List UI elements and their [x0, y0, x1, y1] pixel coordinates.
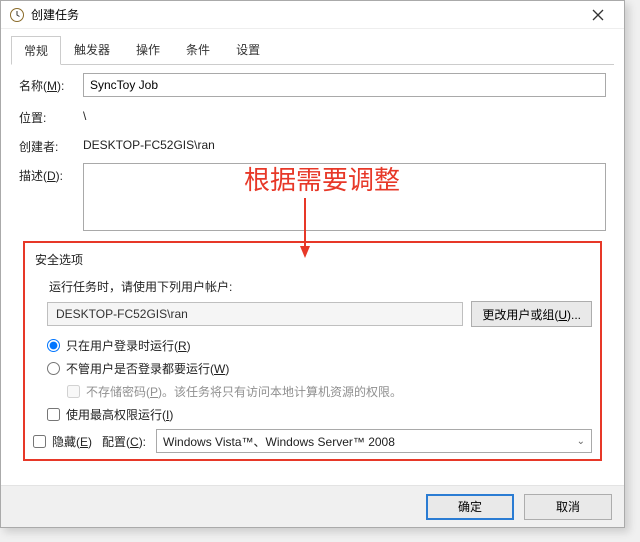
location-value: \: [83, 105, 606, 123]
configure-for-value: Windows Vista™、Windows Server™ 2008: [163, 433, 395, 450]
creator-label: 创建者:: [19, 134, 83, 155]
configure-for-select[interactable]: Windows Vista™、Windows Server™ 2008 ⌄: [156, 429, 592, 453]
run-as-user: DESKTOP-FC52GIS\ran: [47, 302, 463, 326]
tab-general[interactable]: 常规: [11, 36, 61, 65]
hidden-check[interactable]: 隐藏(E): [33, 433, 92, 450]
change-user-button[interactable]: 更改用户或组(U)...: [471, 301, 592, 327]
location-label: 位置:: [19, 105, 83, 126]
security-group-title: 安全选项: [35, 251, 592, 268]
radio-logged-on-label: 只在用户登录时运行(R): [66, 337, 191, 354]
tab-actions[interactable]: 操作: [123, 35, 173, 64]
radio-logged-on-input[interactable]: [47, 339, 60, 352]
radio-any[interactable]: 不管用户是否登录都要运行(W): [47, 360, 592, 377]
no-store-pw-label: 不存储密码(P)。该任务将只有访问本地计算机资源的权限。: [86, 383, 402, 400]
tab-strip: 常规 触发器 操作 条件 设置: [1, 29, 624, 64]
creator-value: DESKTOP-FC52GIS\ran: [83, 134, 606, 152]
highest-priv-label: 使用最高权限运行(I): [66, 406, 173, 423]
name-label: 名称(M):: [19, 73, 83, 94]
clock-icon: [9, 7, 25, 23]
close-button[interactable]: [576, 1, 620, 29]
tab-settings[interactable]: 设置: [223, 35, 273, 64]
titlebar: 创建任务: [1, 1, 624, 29]
chevron-down-icon: ⌄: [577, 436, 585, 447]
name-input[interactable]: [83, 73, 606, 97]
tab-conditions[interactable]: 条件: [173, 35, 223, 64]
tab-triggers[interactable]: 触发器: [61, 35, 123, 64]
hidden-label: 隐藏(E): [52, 433, 92, 450]
highest-priv-input[interactable]: [47, 408, 60, 421]
hidden-input[interactable]: [33, 435, 46, 448]
no-store-pw-input: [67, 385, 80, 398]
run-as-label: 运行任务时，请使用下列用户帐户:: [49, 278, 592, 295]
no-store-pw: 不存储密码(P)。该任务将只有访问本地计算机资源的权限。: [67, 383, 592, 400]
radio-any-input[interactable]: [47, 362, 60, 375]
dialog-footer: 确定 取消: [1, 485, 624, 527]
highest-priv[interactable]: 使用最高权限运行(I): [47, 406, 592, 423]
create-task-window: 创建任务 常规 触发器 操作 条件 设置 名称(M): 位置: \ 创建者: D…: [0, 0, 625, 528]
radio-any-label: 不管用户是否登录都要运行(W): [66, 360, 229, 377]
description-label: 描述(D):: [19, 163, 83, 184]
radio-logged-on[interactable]: 只在用户登录时运行(R): [47, 337, 592, 354]
window-title: 创建任务: [31, 6, 576, 23]
description-input[interactable]: [83, 163, 606, 231]
cancel-button[interactable]: 取消: [524, 494, 612, 520]
general-panel: 名称(M): 位置: \ 创建者: DESKTOP-FC52GIS\ran 描述…: [1, 65, 624, 461]
close-icon: [592, 9, 604, 21]
configure-for-label: 配置(C):: [102, 433, 146, 450]
security-options-group: 安全选项 运行任务时，请使用下列用户帐户: DESKTOP-FC52GIS\ra…: [23, 241, 602, 461]
ok-button[interactable]: 确定: [426, 494, 514, 520]
